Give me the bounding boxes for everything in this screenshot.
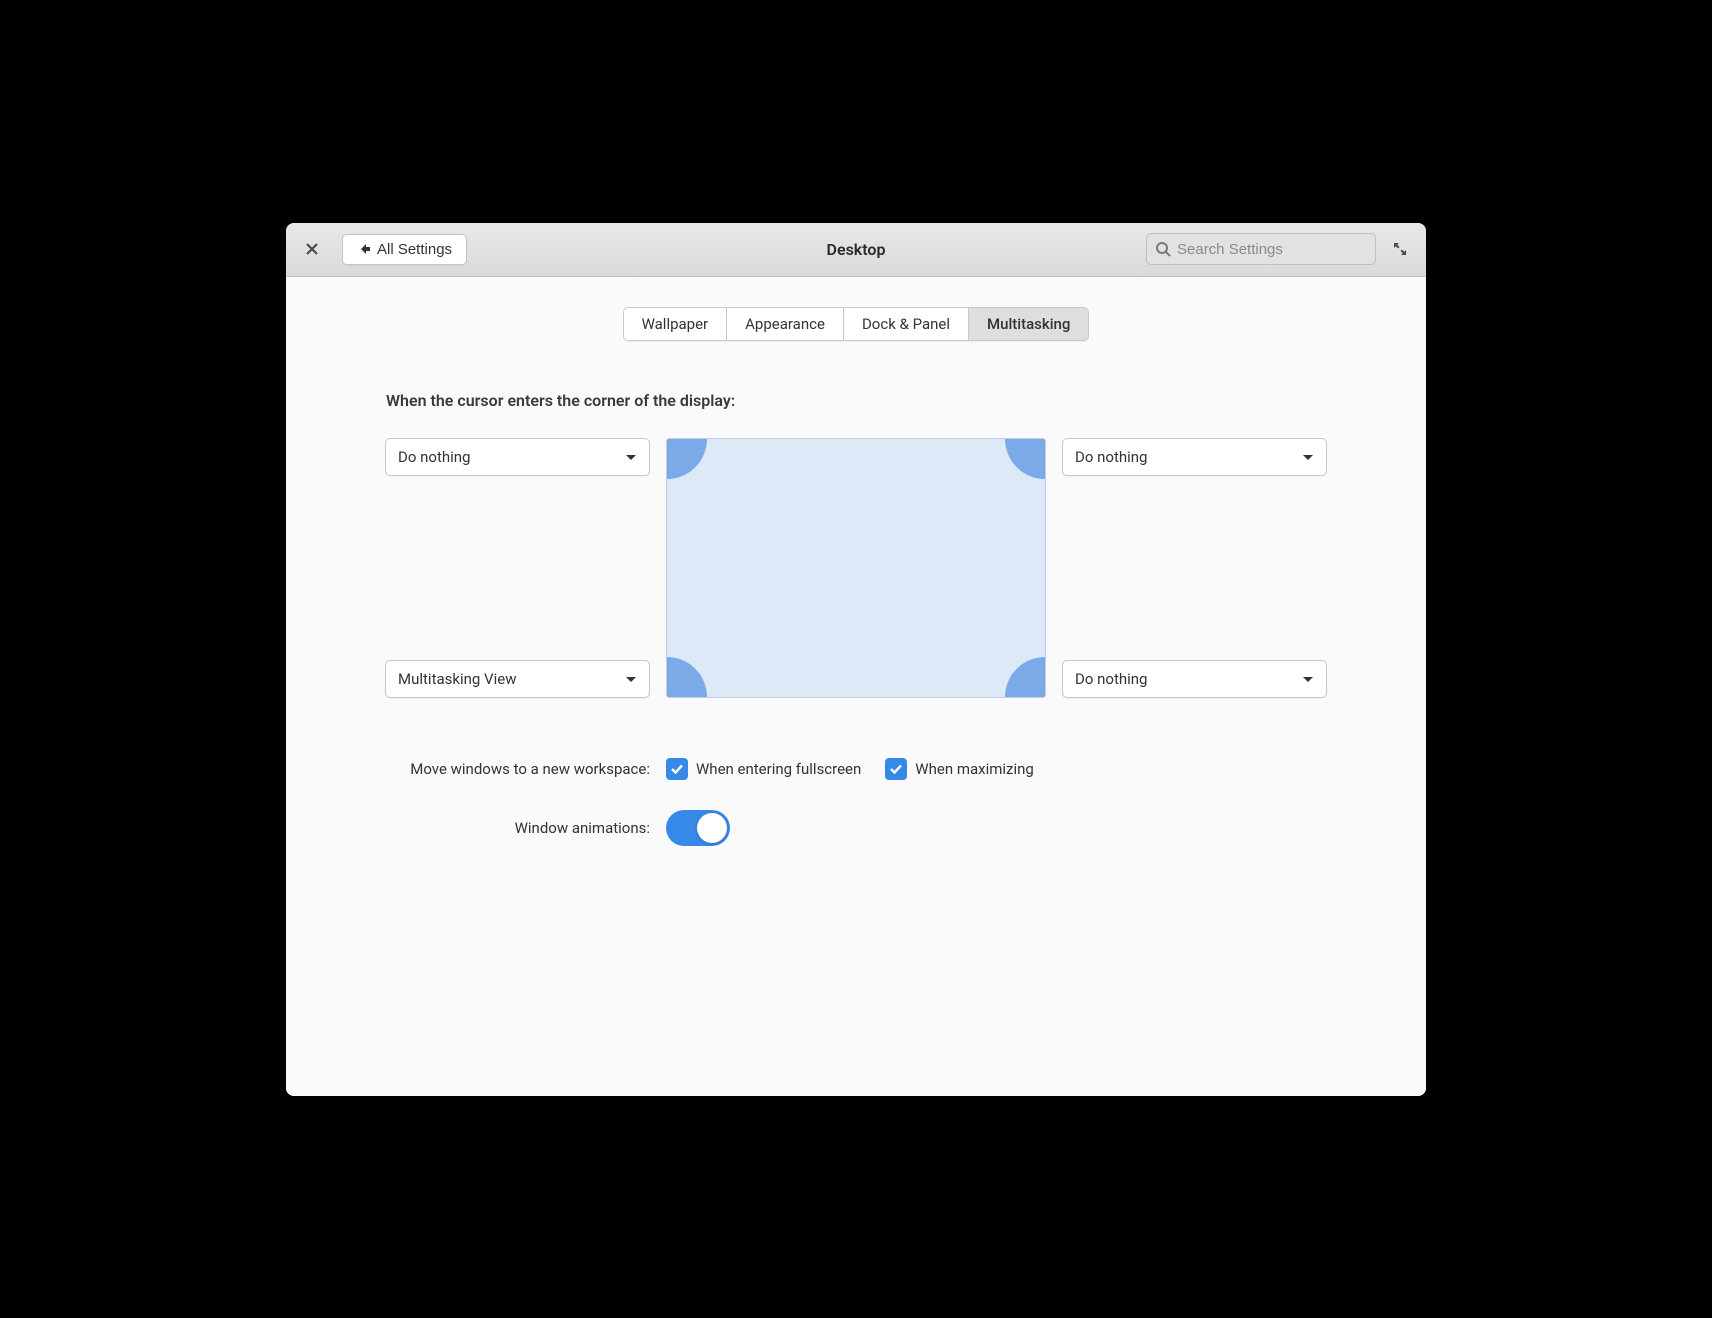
hotcorner-indicator-tl [666, 438, 707, 479]
hotcorner-top-right-dropdown[interactable]: Do nothing [1062, 438, 1327, 476]
display-preview [666, 438, 1046, 698]
additional-settings: Move windows to a new workspace: When en… [386, 758, 1326, 846]
search-input[interactable] [1177, 241, 1367, 258]
fullscreen-checkbox-wrap[interactable]: When entering fullscreen [666, 758, 861, 780]
all-settings-label: All Settings [377, 241, 452, 258]
hotcorner-top-right-value: Do nothing [1075, 448, 1147, 466]
chevron-down-icon [625, 451, 637, 463]
animations-setting-label: Window animations: [386, 819, 666, 837]
search-wrapper[interactable] [1146, 233, 1376, 265]
page-title: Desktop [827, 240, 886, 259]
workspace-controls: When entering fullscreen When maximizing [666, 758, 1034, 780]
close-button[interactable] [300, 237, 324, 261]
maximize-checkbox-label: When maximizing [915, 760, 1034, 778]
animations-setting-row: Window animations: [386, 810, 1326, 846]
chevron-down-icon [1302, 451, 1314, 463]
workspace-setting-label: Move windows to a new workspace: [386, 760, 666, 778]
hotcorner-top-left-value: Do nothing [398, 448, 470, 466]
check-icon [889, 762, 903, 776]
tab-multitasking[interactable]: Multitasking [968, 307, 1089, 341]
close-icon [305, 242, 319, 256]
search-icon [1155, 241, 1171, 257]
hotcorners-heading: When the cursor enters the corner of the… [386, 391, 1326, 410]
tab-appearance[interactable]: Appearance [726, 307, 844, 341]
chevron-down-icon [1302, 673, 1314, 685]
hotcorner-indicator-br [1005, 657, 1046, 698]
fullscreen-checkbox-label: When entering fullscreen [696, 760, 861, 778]
workspace-setting-row: Move windows to a new workspace: When en… [386, 758, 1326, 780]
fullscreen-checkbox[interactable] [666, 758, 688, 780]
content-area: Wallpaper Appearance Dock & Panel Multit… [286, 277, 1426, 1096]
check-icon [670, 762, 684, 776]
hotcorner-bottom-right-dropdown[interactable]: Do nothing [1062, 660, 1327, 698]
titlebar: All Settings Desktop [286, 223, 1426, 277]
tab-wallpaper[interactable]: Wallpaper [623, 307, 728, 341]
switch-knob [697, 813, 727, 843]
arrow-left-icon [357, 242, 371, 256]
hotcorner-bottom-left-value: Multitasking View [398, 670, 516, 688]
hotcorner-top-left-dropdown[interactable]: Do nothing [385, 438, 650, 476]
maximize-button[interactable] [1388, 237, 1412, 261]
tab-dock-panel[interactable]: Dock & Panel [843, 307, 969, 341]
tab-group: Wallpaper Appearance Dock & Panel Multit… [623, 307, 1090, 341]
multitasking-settings: When the cursor enters the corner of the… [286, 391, 1426, 846]
tab-bar: Wallpaper Appearance Dock & Panel Multit… [286, 307, 1426, 341]
hotcorner-indicator-bl [666, 657, 707, 698]
hotcorners-grid: Do nothing Do nothing Multitasking View [386, 438, 1326, 698]
animations-switch[interactable] [666, 810, 730, 846]
maximize-icon [1393, 242, 1407, 256]
animations-controls [666, 810, 730, 846]
hotcorner-bottom-left-dropdown[interactable]: Multitasking View [385, 660, 650, 698]
chevron-down-icon [625, 673, 637, 685]
maximize-checkbox-wrap[interactable]: When maximizing [885, 758, 1034, 780]
settings-window: All Settings Desktop Wallpaper Appearanc… [286, 223, 1426, 1096]
hotcorner-bottom-right-value: Do nothing [1075, 670, 1147, 688]
all-settings-button[interactable]: All Settings [342, 234, 467, 265]
hotcorner-indicator-tr [1005, 438, 1046, 479]
maximize-checkbox[interactable] [885, 758, 907, 780]
